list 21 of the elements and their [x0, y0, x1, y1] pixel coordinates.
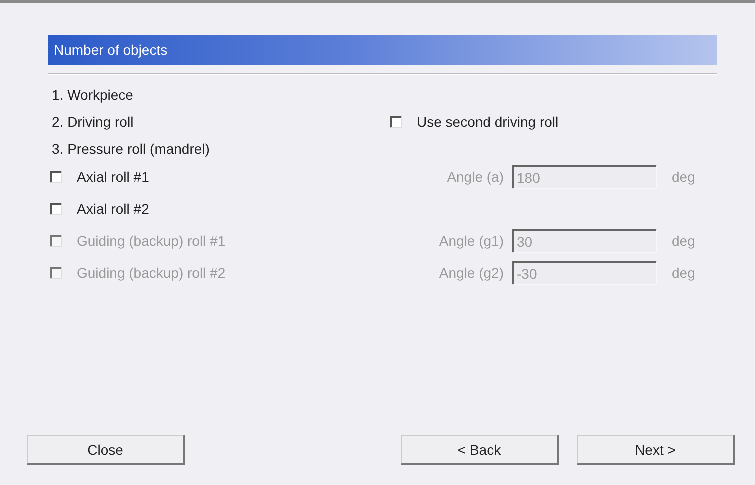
section-header: Number of objects — [48, 35, 717, 65]
nav-button[interactable]: Next > — [577, 435, 735, 465]
checkbox-label: Axial roll #2 — [77, 201, 150, 217]
checkbox-label: Axial roll #1 — [77, 169, 150, 185]
angle-label: Angle (g1) — [438, 232, 505, 251]
unit-label: deg — [671, 168, 696, 187]
checkbox-label: Use second driving roll — [417, 114, 559, 130]
object-label: 3. Pressure roll (mandrel) — [52, 140, 211, 156]
unit-label: deg — [671, 232, 696, 251]
checkbox[interactable] — [50, 171, 62, 183]
unit-label: deg — [671, 264, 696, 283]
checkbox[interactable] — [390, 116, 402, 128]
object-label: 2. Driving roll — [52, 114, 135, 130]
nav-button[interactable]: < Back — [401, 435, 559, 465]
object-label: 1. Workpiece — [52, 86, 134, 102]
checkbox[interactable] — [50, 203, 62, 215]
angle-label: Angle (g2) — [438, 264, 505, 283]
checkbox-label: Guiding (backup) roll #1 — [77, 233, 226, 249]
angle-label: Angle (a) — [446, 168, 505, 187]
close-button[interactable]: Close — [27, 435, 185, 465]
checkbox-label: Guiding (backup) roll #2 — [77, 265, 226, 281]
